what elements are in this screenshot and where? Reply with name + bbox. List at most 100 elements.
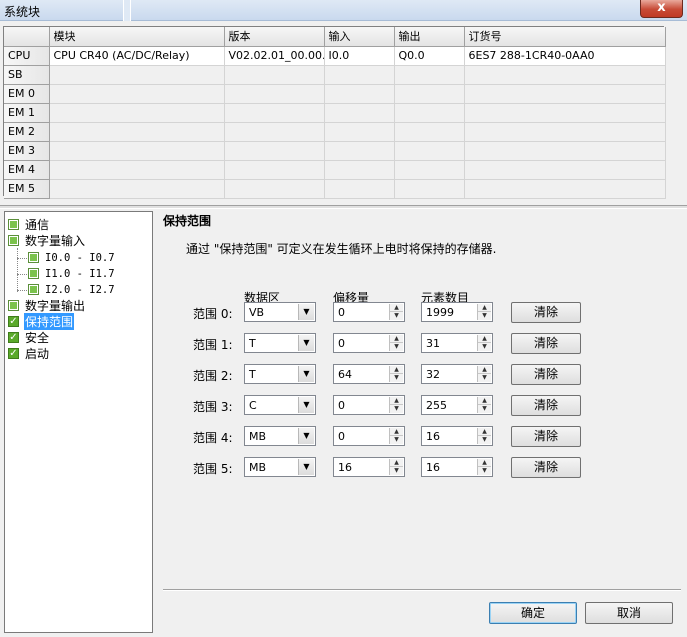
cell-version[interactable]: [224, 103, 325, 123]
stepper-buttons[interactable]: ▲ ▼: [389, 304, 403, 320]
stepper-buttons[interactable]: ▲ ▼: [477, 304, 491, 320]
area-select[interactable]: C ▼: [244, 395, 316, 415]
tree-item-digital-output[interactable]: 数字量输出: [8, 298, 86, 313]
stepper-buttons[interactable]: ▲ ▼: [389, 397, 403, 413]
count-stepper[interactable]: 16 ▲ ▼: [421, 426, 493, 446]
stepper-up-icon[interactable]: ▲: [390, 459, 403, 467]
table-row[interactable]: EM 5: [4, 179, 666, 199]
table-row[interactable]: EM 4: [4, 160, 666, 180]
stepper-buttons[interactable]: ▲ ▼: [477, 428, 491, 444]
stepper-buttons[interactable]: ▲ ▼: [477, 335, 491, 351]
offset-stepper[interactable]: 64 ▲ ▼: [333, 364, 405, 384]
cell-module[interactable]: [49, 84, 225, 104]
cell-output[interactable]: [394, 141, 465, 161]
count-stepper[interactable]: 16 ▲ ▼: [421, 457, 493, 477]
stepper-down-icon[interactable]: ▼: [478, 405, 491, 413]
stepper-buttons[interactable]: ▲ ▼: [389, 335, 403, 351]
stepper-up-icon[interactable]: ▲: [478, 397, 491, 405]
cell-input[interactable]: [324, 160, 395, 180]
count-stepper[interactable]: 31 ▲ ▼: [421, 333, 493, 353]
ok-button[interactable]: 确定: [489, 602, 577, 624]
offset-stepper[interactable]: 0 ▲ ▼: [333, 302, 405, 322]
cell-output[interactable]: [394, 122, 465, 142]
count-stepper[interactable]: 32 ▲ ▼: [421, 364, 493, 384]
clear-button[interactable]: 清除: [511, 364, 581, 385]
stepper-down-icon[interactable]: ▼: [390, 405, 403, 413]
tree-item-security[interactable]: 安全: [8, 330, 50, 345]
stepper-up-icon[interactable]: ▲: [390, 335, 403, 343]
cell-version[interactable]: [224, 141, 325, 161]
stepper-up-icon[interactable]: ▲: [478, 459, 491, 467]
clear-button[interactable]: 清除: [511, 302, 581, 323]
cell-input[interactable]: [324, 179, 395, 199]
cell-input[interactable]: [324, 103, 395, 123]
stepper-up-icon[interactable]: ▲: [390, 304, 403, 312]
cell-input[interactable]: [324, 122, 395, 142]
cell-output[interactable]: [394, 103, 465, 123]
stepper-down-icon[interactable]: ▼: [390, 374, 403, 382]
cell-module[interactable]: [49, 160, 225, 180]
cell-module[interactable]: [49, 122, 225, 142]
count-stepper[interactable]: 1999 ▲ ▼: [421, 302, 493, 322]
stepper-buttons[interactable]: ▲ ▼: [477, 459, 491, 475]
stepper-buttons[interactable]: ▲ ▼: [389, 366, 403, 382]
close-button[interactable]: x: [640, 0, 683, 18]
table-row[interactable]: SB: [4, 65, 666, 85]
cell-module[interactable]: CPU CR40 (AC/DC/Relay): [49, 46, 225, 66]
stepper-down-icon[interactable]: ▼: [478, 467, 491, 475]
stepper-down-icon[interactable]: ▼: [390, 467, 403, 475]
clear-button[interactable]: 清除: [511, 426, 581, 447]
stepper-up-icon[interactable]: ▲: [390, 397, 403, 405]
stepper-up-icon[interactable]: ▲: [478, 428, 491, 436]
cell-module[interactable]: [49, 179, 225, 199]
stepper-down-icon[interactable]: ▼: [390, 312, 403, 320]
cell-version[interactable]: [224, 160, 325, 180]
cell-input[interactable]: [324, 65, 395, 85]
cell-output[interactable]: Q0.0: [394, 46, 465, 66]
cell-order[interactable]: [464, 84, 666, 104]
cell-order[interactable]: [464, 103, 666, 123]
stepper-down-icon[interactable]: ▼: [478, 312, 491, 320]
cell-input[interactable]: [324, 141, 395, 161]
cell-output[interactable]: [394, 84, 465, 104]
stepper-down-icon[interactable]: ▼: [390, 343, 403, 351]
splitter-bar[interactable]: [0, 205, 687, 209]
stepper-buttons[interactable]: ▲ ▼: [477, 397, 491, 413]
clear-button[interactable]: 清除: [511, 457, 581, 478]
cell-version[interactable]: [224, 179, 325, 199]
tree-item-digital-input[interactable]: 数字量输入: [8, 233, 86, 248]
chevron-down-icon[interactable]: ▼: [298, 304, 314, 320]
cell-output[interactable]: [394, 65, 465, 85]
chevron-down-icon[interactable]: ▼: [298, 459, 314, 475]
area-select[interactable]: VB ▼: [244, 302, 316, 322]
stepper-buttons[interactable]: ▲ ▼: [477, 366, 491, 382]
cancel-button[interactable]: 取消: [585, 602, 673, 624]
offset-stepper[interactable]: 0 ▲ ▼: [333, 395, 405, 415]
tree-item-startup[interactable]: 启动: [8, 346, 50, 361]
stepper-down-icon[interactable]: ▼: [478, 343, 491, 351]
stepper-up-icon[interactable]: ▲: [478, 304, 491, 312]
cell-version[interactable]: [224, 122, 325, 142]
area-select[interactable]: MB ▼: [244, 457, 316, 477]
offset-stepper[interactable]: 0 ▲ ▼: [333, 426, 405, 446]
stepper-buttons[interactable]: ▲ ▼: [389, 428, 403, 444]
stepper-up-icon[interactable]: ▲: [390, 366, 403, 374]
tree-item-comm[interactable]: 通信: [8, 217, 50, 232]
cell-order[interactable]: [464, 141, 666, 161]
tree-item-di-2[interactable]: I2.0 - I2.7: [28, 282, 116, 297]
offset-stepper[interactable]: 0 ▲ ▼: [333, 333, 405, 353]
cell-order[interactable]: [464, 160, 666, 180]
stepper-down-icon[interactable]: ▼: [390, 436, 403, 444]
cell-version[interactable]: V02.02.01_00.00...: [224, 46, 325, 66]
table-row[interactable]: EM 1: [4, 103, 666, 123]
table-row[interactable]: EM 0: [4, 84, 666, 104]
area-select[interactable]: MB ▼: [244, 426, 316, 446]
table-row[interactable]: CPU CPU CR40 (AC/DC/Relay) V02.02.01_00.…: [4, 46, 666, 66]
cell-input[interactable]: I0.0: [324, 46, 395, 66]
count-stepper[interactable]: 255 ▲ ▼: [421, 395, 493, 415]
stepper-up-icon[interactable]: ▲: [478, 335, 491, 343]
cell-order[interactable]: [464, 122, 666, 142]
offset-stepper[interactable]: 16 ▲ ▼: [333, 457, 405, 477]
cell-version[interactable]: [224, 65, 325, 85]
chevron-down-icon[interactable]: ▼: [298, 335, 314, 351]
